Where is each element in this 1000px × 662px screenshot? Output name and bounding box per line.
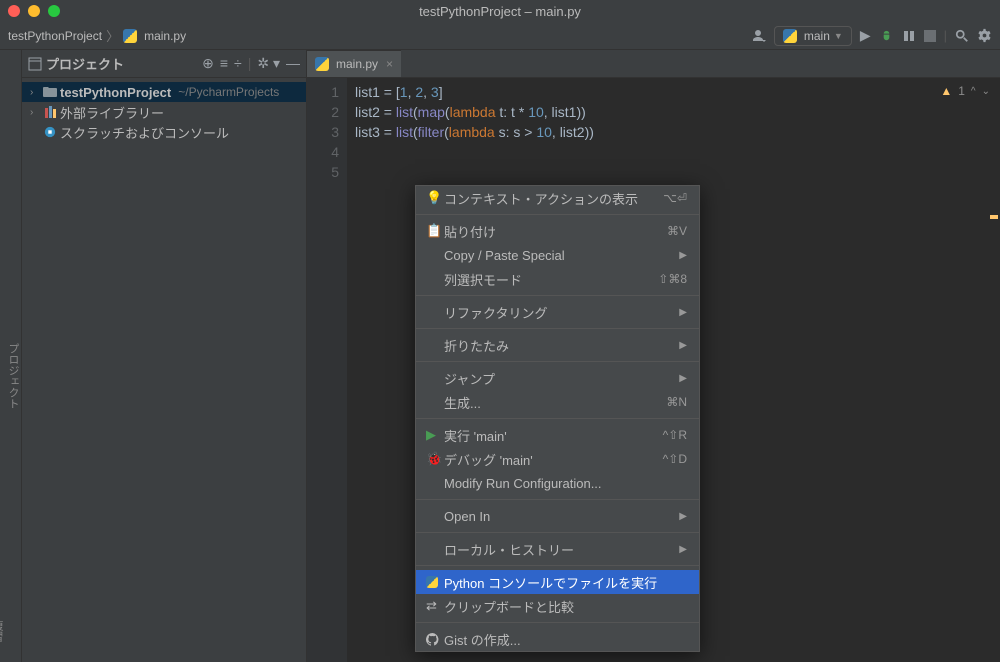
- submenu-arrow-icon: ▶: [679, 307, 687, 318]
- stop-button[interactable]: [924, 30, 936, 42]
- collapse-all-icon[interactable]: ÷: [234, 55, 242, 72]
- menu-column-select[interactable]: 列選択モード ⇧⌘8: [416, 267, 699, 291]
- user-icon[interactable]: [750, 28, 766, 44]
- window-title: testPythonProject – main.py: [419, 4, 581, 19]
- menu-folding[interactable]: 折りたたみ ▶: [416, 333, 699, 357]
- minimize-sidebar-icon[interactable]: —: [286, 55, 300, 72]
- coverage-button[interactable]: [902, 29, 916, 43]
- sidebar-settings-icon[interactable]: ✲ ▾: [257, 55, 280, 72]
- python-icon: [123, 29, 137, 43]
- breadcrumb-file[interactable]: main.py: [123, 29, 186, 43]
- debug-icon: 🐞: [426, 451, 444, 467]
- python-icon: [426, 576, 444, 588]
- clipboard-icon: 📋: [426, 223, 444, 239]
- breadcrumb-project[interactable]: testPythonProject: [8, 29, 102, 43]
- sidebar-title: プロジェクト: [28, 54, 124, 73]
- tree-project-root[interactable]: › testPythonProject ~/PycharmProjects: [22, 82, 306, 102]
- run-button[interactable]: ▶: [860, 27, 871, 44]
- submenu-arrow-icon: ▶: [679, 250, 687, 261]
- menu-jump[interactable]: ジャンプ ▶: [416, 366, 699, 390]
- editor-context-menu: 💡 コンテキスト・アクションの表示 ⌥⏎ 📋 貼り付け ⌘V Copy / Pa…: [415, 185, 700, 652]
- close-window-button[interactable]: [8, 5, 20, 17]
- line-gutter: 1 2 3 4 5: [307, 78, 347, 662]
- submenu-arrow-icon: ▶: [679, 544, 687, 555]
- review-tool-label[interactable]: 復習: [0, 620, 5, 642]
- project-tool-label[interactable]: プロジェクト: [5, 343, 21, 409]
- menu-refactoring[interactable]: リファクタリング ▶: [416, 300, 699, 324]
- navbar: testPythonProject 〉 main.py main ▼ ▶: [0, 22, 1000, 50]
- select-opened-file-icon[interactable]: ⊕: [202, 55, 214, 72]
- titlebar: testPythonProject – main.py: [0, 0, 1000, 22]
- run-icon: ▶: [426, 427, 444, 443]
- warning-stripe-mark[interactable]: [990, 215, 998, 219]
- menu-compare-clipboard[interactable]: ⇄ クリップボードと比較: [416, 594, 699, 618]
- menu-open-in[interactable]: Open In ▶: [416, 504, 699, 528]
- project-tree: › testPythonProject ~/PycharmProjects › …: [22, 78, 306, 146]
- inspection-widget[interactable]: ▲ 1 ^ ⌄: [940, 84, 990, 98]
- tree-scratches-consoles[interactable]: › スクラッチおよびコンソール: [22, 122, 306, 142]
- menu-modify-run-config[interactable]: Modify Run Configuration...: [416, 471, 699, 495]
- menu-run-in-python-console[interactable]: Python コンソールでファイルを実行: [416, 570, 699, 594]
- python-icon: [315, 57, 329, 71]
- expand-all-icon[interactable]: ≡: [220, 55, 228, 72]
- submenu-arrow-icon: ▶: [679, 340, 687, 351]
- maximize-window-button[interactable]: [48, 5, 60, 17]
- close-tab-icon[interactable]: ×: [386, 57, 393, 71]
- debug-button[interactable]: [879, 28, 894, 43]
- python-icon: [783, 29, 797, 43]
- breadcrumb-separator: 〉: [106, 26, 119, 45]
- submenu-arrow-icon: ▶: [679, 373, 687, 384]
- menu-debug-main[interactable]: 🐞 デバッグ 'main' ^⇧D: [416, 447, 699, 471]
- warning-icon: ▲: [940, 84, 952, 98]
- project-sidebar: プロジェクト ⊕ ≡ ÷ | ✲ ▾ — › testPythonProject…: [22, 50, 307, 662]
- bulb-icon: 💡: [426, 190, 444, 206]
- settings-button[interactable]: [977, 28, 992, 43]
- compare-icon: ⇄: [426, 598, 444, 614]
- menu-generate[interactable]: 生成... ⌘N: [416, 390, 699, 414]
- minimize-window-button[interactable]: [28, 5, 40, 17]
- menu-run-main[interactable]: ▶ 実行 'main' ^⇧R: [416, 423, 699, 447]
- tree-external-libraries[interactable]: › 外部ライブラリー: [22, 102, 306, 122]
- tab-main-py[interactable]: main.py ×: [307, 50, 401, 77]
- search-button[interactable]: [955, 29, 969, 43]
- github-icon: [426, 633, 444, 646]
- left-tool-strip: プロジェクト 復習: [0, 50, 22, 662]
- menu-copy-paste-special[interactable]: Copy / Paste Special ▶: [416, 243, 699, 267]
- menu-context-actions[interactable]: 💡 コンテキスト・アクションの表示 ⌥⏎: [416, 186, 699, 210]
- menu-local-history[interactable]: ローカル・ヒストリー ▶: [416, 537, 699, 561]
- run-config-selector[interactable]: main ▼: [774, 26, 852, 46]
- menu-create-gist[interactable]: Gist の作成...: [416, 627, 699, 651]
- submenu-arrow-icon: ▶: [679, 511, 687, 522]
- editor-tabs: main.py ×: [307, 50, 1000, 78]
- menu-paste[interactable]: 📋 貼り付け ⌘V: [416, 219, 699, 243]
